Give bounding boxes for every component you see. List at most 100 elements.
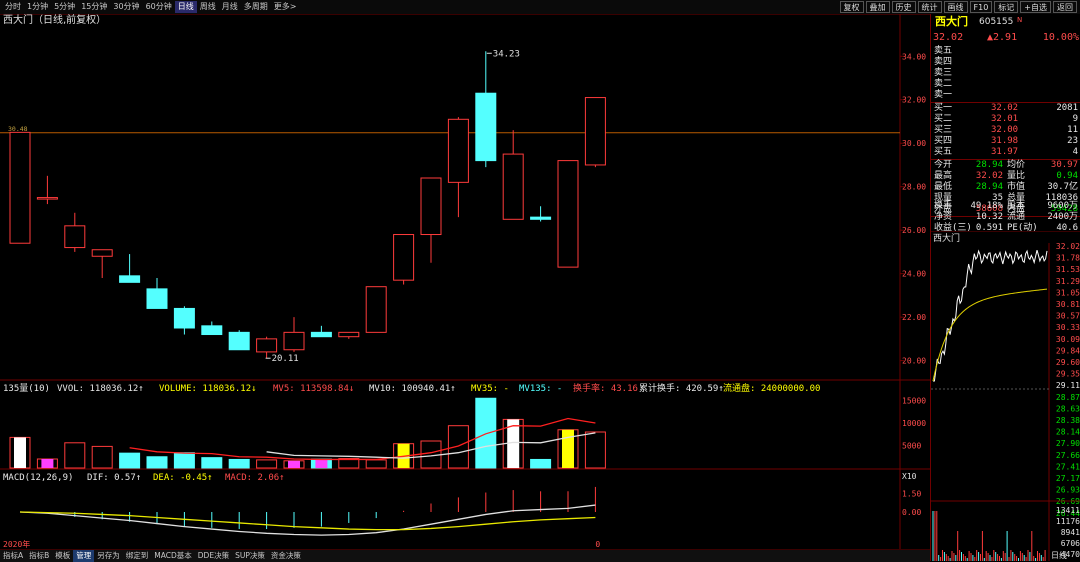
volume-bar[interactable] [119,452,141,469]
candle-body[interactable] [119,275,141,283]
bid-label: 买一 [934,103,953,113]
volume-pane[interactable]: 135量(10) VVOL: 118036.12↑ VOLUME: 118036.1… [3,382,926,481]
candle-body[interactable] [338,331,360,338]
volume-bar[interactable] [146,456,168,469]
candle-body[interactable] [36,197,58,200]
candle-body[interactable] [173,307,195,329]
volume-indicator-value: VVOL: 118036.12↑ [57,384,144,394]
tool-button[interactable]: 标记 [994,1,1019,13]
macd-indicator-value: MACD: 2.06↑ [225,473,285,483]
intraday-avg-line [932,288,1048,382]
volume-bar[interactable] [173,452,195,469]
period-tab[interactable]: 60分钟 [143,1,175,13]
period-tab[interactable]: 周线 [197,1,219,13]
period-tab[interactable]: 日线 [174,1,197,13]
candle-body[interactable] [283,331,305,351]
tool-button[interactable]: 返回 [1053,1,1077,13]
volume-bar[interactable] [91,445,113,469]
indicator-tab[interactable]: 指标A [0,550,26,562]
minichart-price-label: 27.66 [1056,451,1080,460]
candle-body[interactable] [146,288,168,309]
ask-label: 卖二 [934,79,953,89]
period-tab[interactable]: 1分钟 [24,1,51,13]
candle-body[interactable] [228,331,250,351]
candle-body[interactable] [91,249,113,257]
volume-indicator-value: MV10: 100940.41↑ [369,384,456,394]
tool-button[interactable]: 画线 [943,1,968,13]
volume-highlight-bar [14,437,26,468]
candle-body[interactable] [310,331,332,338]
candle-body[interactable] [530,216,552,220]
candle-body[interactable] [502,153,524,220]
bid-label: 买三 [934,125,953,135]
volume-unit-label: X10 [902,472,917,481]
indicator-tab[interactable]: SUP决策 [232,550,268,562]
candle-body[interactable] [365,286,387,333]
tool-button[interactable]: 叠加 [865,1,890,13]
candle-body[interactable] [9,131,31,244]
tool-button[interactable]: F10 [969,1,993,13]
volume-bar[interactable] [228,458,250,469]
indicator-tab[interactable]: 管理 [73,550,95,562]
ask-label: 卖四 [934,57,953,67]
macd-indicator-value: MACD(12,26,9) [3,473,73,483]
volume-bar[interactable] [64,442,86,469]
stat-label: 最低 [934,182,953,192]
macd-pane[interactable]: MACD(12,26,9) DIF: 0.57↑ DEA: -0.45↑ MACD: … [3,473,921,549]
minichart-price-label: 30.33 [1056,323,1080,332]
indicator-tab[interactable]: 资金决策 [268,550,304,562]
candle-body[interactable] [447,118,469,183]
volume-bar[interactable] [201,457,223,469]
intraday-minichart[interactable]: 西大门 32.02 31.78 31.53 31.29 31.05 30.81 30.57 30… [931,231,1080,561]
minichart-price-label: 27.90 [1056,439,1080,448]
stat-label: 均价 [1007,160,1026,170]
period-tab[interactable]: 更多> [271,1,300,13]
bid-label: 买四 [934,136,953,146]
candle-body[interactable] [256,338,278,353]
tool-button[interactable]: +自选 [1020,1,1051,13]
tool-button[interactable]: 统计 [917,1,942,13]
price-axis-label: 34.00 [902,52,926,61]
volume-indicator-value: MV135: - [519,384,562,394]
candle-body[interactable] [420,177,442,236]
bid-volume: 4 [1072,147,1078,157]
date-axis-mark: 0 [595,540,600,549]
minichart-price-label: 27.17 [1056,474,1080,483]
period-tab[interactable]: 15分钟 [78,1,110,13]
period-tab[interactable]: 30分钟 [110,1,142,13]
tool-button[interactable]: 复权 [839,1,864,13]
stat-value: 49.18% [970,201,1003,211]
minichart-price-label: 28.38 [1056,416,1080,425]
minichart-volume-label: 13411 [1056,506,1080,515]
volume-bar[interactable] [584,431,606,469]
period-tab[interactable]: 5分钟 [51,1,78,13]
candle-body[interactable] [584,97,606,166]
candle-body[interactable] [393,234,415,281]
minichart-price-label: 30.81 [1056,300,1080,309]
high-price-label: 34.23 [493,49,520,59]
period-tab[interactable]: 多周期 [241,1,271,13]
dea-line [19,511,596,531]
minichart-price-label: 29.60 [1056,358,1080,367]
macd-indicator-value: DIF: 0.57↑ [87,473,141,483]
volume-bar[interactable] [447,425,469,469]
indicator-tab[interactable]: MACD基本 [151,550,194,562]
indicator-tab[interactable]: 指标B [26,550,52,562]
indicator-tab[interactable]: 模板 [52,550,73,562]
volume-bar[interactable] [256,459,278,469]
period-tab[interactable]: 分时 [2,1,24,13]
indicator-tab[interactable]: 另存为 [94,550,123,562]
indicator-tab[interactable]: 绑定到 [123,550,152,562]
volume-bar[interactable] [530,458,552,469]
candle-body[interactable] [201,325,223,336]
indicator-tab[interactable]: DDE决策 [195,550,232,562]
candle-body[interactable] [64,225,86,249]
candlestick-pane[interactable]: 30.48 34.00 32.00 30.00 28.00 26.00 24.00 22.00… [0,14,930,549]
tool-button[interactable]: 历史 [891,1,916,13]
macd-axis-label: 0.00 [902,508,921,517]
kline-chart-area[interactable]: 30.48 34.00 32.00 30.00 28.00 26.00 24.00 22.00… [0,14,930,549]
period-tab[interactable]: 月线 [219,1,241,13]
volume-bar[interactable] [365,459,387,469]
candle-body[interactable] [475,92,497,162]
candle-body[interactable] [557,160,579,268]
